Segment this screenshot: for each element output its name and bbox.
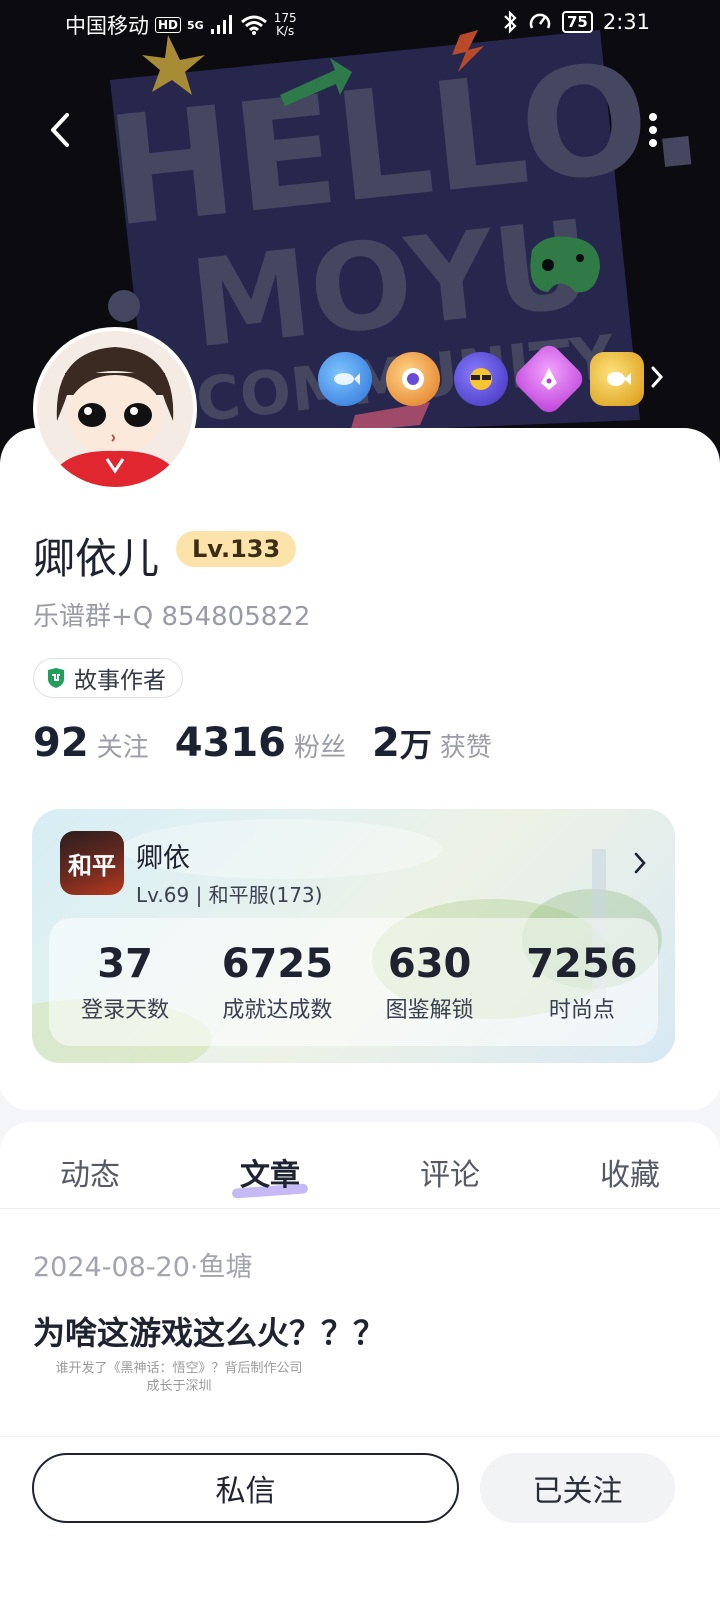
shield-icon bbox=[48, 668, 64, 688]
followed-button[interactable]: 已关注 bbox=[480, 1453, 675, 1523]
tab-label: 收藏 bbox=[600, 1158, 660, 1193]
post-meta: 2024-08-20·鱼塘 bbox=[33, 1252, 253, 1283]
level-badge[interactable]: Lv.133 bbox=[176, 531, 297, 567]
game-stat-item: 630 图鉴解锁 bbox=[354, 918, 506, 1046]
likes-count: 2 bbox=[372, 720, 400, 766]
tab-label: 动态 bbox=[60, 1158, 120, 1193]
game-app-icon: 和平 bbox=[60, 831, 124, 895]
signal-icon bbox=[210, 15, 232, 34]
clock: 2:31 bbox=[602, 10, 650, 34]
battery-indicator: 75 bbox=[561, 11, 593, 33]
chevron-left-icon bbox=[51, 113, 69, 147]
username: 卿依儿 bbox=[33, 534, 160, 583]
game-stat-label: 成就达成数 bbox=[222, 998, 333, 1023]
game-stat-item: 7256 时尚点 bbox=[506, 918, 658, 1046]
fish-badge-icon[interactable] bbox=[318, 352, 372, 406]
divider bbox=[0, 1208, 720, 1209]
more-options-button[interactable] bbox=[638, 108, 668, 152]
game-role-card[interactable]: 和平 卿依 Lv.69 | 和平服(173) 37 登录天数 6725 成就达成… bbox=[32, 809, 675, 1063]
tab-comments[interactable]: 评论 bbox=[360, 1150, 540, 1210]
tab-articles[interactable]: 文章 bbox=[180, 1150, 360, 1210]
game-app-icon-text: 和平 bbox=[68, 851, 116, 880]
badges-more-button[interactable] bbox=[650, 365, 664, 393]
fans-count[interactable]: 4316 bbox=[175, 720, 286, 766]
back-button[interactable] bbox=[40, 108, 80, 152]
fish-gold-badge-icon[interactable] bbox=[590, 352, 644, 406]
game-stat-item: 6725 成就达成数 bbox=[201, 918, 353, 1046]
message-button[interactable]: 私信 bbox=[32, 1453, 459, 1523]
carrier-label: 中国移动 bbox=[65, 14, 149, 38]
follow-stats: 92 关注 4316 粉丝 2 万 获赞 bbox=[33, 720, 518, 766]
bluetooth-icon bbox=[504, 10, 517, 34]
post-image-line: 成长于深圳 bbox=[146, 1379, 212, 1394]
post-title[interactable]: 为啥这游戏这么火？？？ bbox=[33, 1308, 385, 1354]
game-stats-panel: 37 登录天数 6725 成就达成数 630 图鉴解锁 7256 时尚点 bbox=[49, 918, 658, 1046]
game-stat-label: 登录天数 bbox=[81, 998, 170, 1023]
tab-dynamics[interactable]: 动态 bbox=[0, 1150, 180, 1210]
game-stat-label: 时尚点 bbox=[548, 998, 615, 1023]
game-stat-item: 37 登录天数 bbox=[49, 918, 201, 1046]
game-stat-value: 7256 bbox=[526, 941, 638, 987]
game-stat-value: 6725 bbox=[221, 941, 334, 987]
badge-list[interactable] bbox=[318, 340, 644, 418]
author-tag-label: 故事作者 bbox=[74, 668, 166, 694]
author-tag[interactable]: 故事作者 bbox=[33, 658, 183, 698]
status-bar: 中国移动 HD 5G 175 K/s 75 2:31 bbox=[0, 0, 720, 50]
game-card-arrow[interactable] bbox=[633, 851, 647, 879]
chevron-right-icon bbox=[634, 852, 646, 874]
following-count[interactable]: 92 bbox=[33, 720, 89, 766]
likes-unit: 万 bbox=[399, 726, 432, 764]
chevron-right-icon bbox=[651, 366, 664, 388]
game-stat-value: 37 bbox=[97, 941, 153, 987]
network-type: 5G bbox=[187, 18, 204, 32]
role-name: 卿依 bbox=[136, 843, 190, 874]
sunglasses-badge-icon[interactable] bbox=[454, 352, 508, 406]
following-label[interactable]: 关注 bbox=[97, 727, 149, 764]
bottom-action-bar: 私信 已关注 bbox=[0, 1436, 720, 1600]
speedometer-icon bbox=[529, 13, 551, 29]
avatar-image bbox=[37, 331, 193, 487]
game-stat-value: 630 bbox=[387, 941, 472, 987]
tab-label: 文章 bbox=[240, 1158, 300, 1193]
hd-icon: HD bbox=[155, 17, 182, 33]
post-image-line: 谁开发了《黑神话：悟空》？背后制作公司 bbox=[55, 1361, 303, 1376]
target-badge-icon[interactable] bbox=[386, 352, 440, 406]
likes-label: 获赞 bbox=[439, 733, 492, 763]
content-tabs: 动态 文章 评论 收藏 bbox=[0, 1150, 720, 1210]
game-stat-label: 图鉴解锁 bbox=[385, 998, 474, 1023]
net-speed-unit: K/s bbox=[276, 24, 295, 38]
post-image[interactable]: 谁开发了《黑神话：悟空》？背后制作公司 成长于深圳 bbox=[33, 1360, 325, 1440]
tab-label: 评论 bbox=[420, 1158, 480, 1193]
more-vertical-icon bbox=[649, 113, 657, 147]
avatar[interactable] bbox=[33, 327, 197, 491]
net-speed: 175 K/s bbox=[274, 12, 297, 38]
user-bio: 乐谱群+Q 854805822 bbox=[33, 602, 311, 632]
tab-favorites[interactable]: 收藏 bbox=[540, 1150, 720, 1210]
fans-label[interactable]: 粉丝 bbox=[294, 727, 346, 764]
pen-badge-icon[interactable] bbox=[510, 340, 588, 418]
role-level-server: Lv.69 | 和平服(173) bbox=[136, 883, 323, 907]
wifi-icon bbox=[240, 15, 267, 35]
